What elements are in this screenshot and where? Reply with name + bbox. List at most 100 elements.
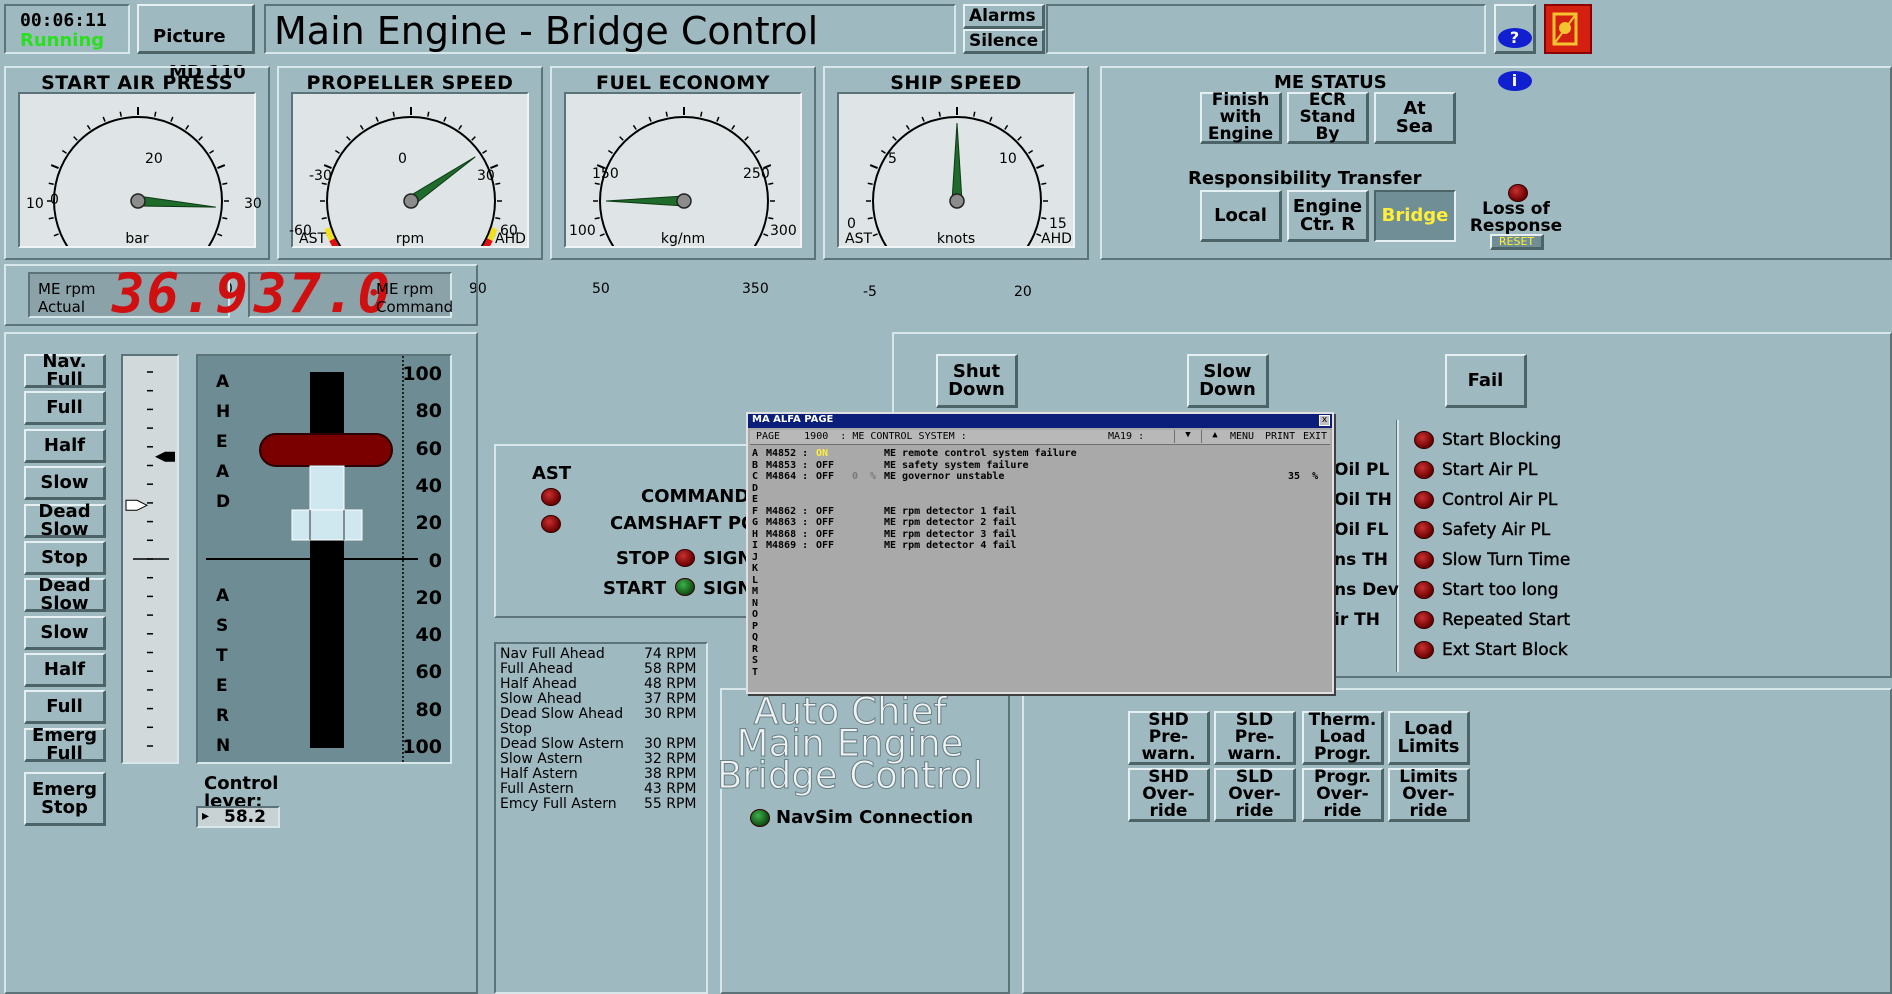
ast-lamp-2 xyxy=(541,515,561,533)
alarm-row[interactable] xyxy=(748,483,1332,495)
menu-button[interactable]: MENU xyxy=(1230,431,1254,442)
shd-override-button[interactable]: SHD Over- ride xyxy=(1128,768,1210,822)
telegraph-dead-slow-ahead-button[interactable]: Dead Slow xyxy=(24,502,106,538)
safety-item-label: ns TH xyxy=(1334,550,1388,570)
gauge-tick xyxy=(458,124,463,130)
telegraph-half-astern-button[interactable]: Half xyxy=(24,653,106,687)
scroll-up-button[interactable]: ▲ xyxy=(1201,430,1228,443)
ahead-letter: A xyxy=(216,372,230,392)
gauge-tick xyxy=(392,111,395,117)
dialog-titlebar[interactable]: MA ALFA PAGE x xyxy=(748,414,1332,428)
progr-override-button[interactable]: Progr. Over- ride xyxy=(1302,768,1384,822)
telegraph-full-ahead-button[interactable]: Full xyxy=(24,391,106,425)
alarm-page-dialog[interactable]: MA ALFA PAGE x PAGE 1900 : ME CONTROL SY… xyxy=(746,412,1334,694)
lever-stem xyxy=(309,465,345,511)
therm-load-button[interactable]: Therm. Load Progr. xyxy=(1302,711,1384,765)
rpm-table-row: Full Ahead 58 RPM xyxy=(500,661,700,677)
limits-override-button[interactable]: Limits Over- ride xyxy=(1388,768,1470,822)
gauge-tick-label: 30 xyxy=(477,168,495,184)
lever-scale-label: 20 xyxy=(415,512,442,535)
help-icon: ? xyxy=(1497,28,1532,48)
bridge-button[interactable]: Bridge xyxy=(1374,190,1456,242)
telegraph-emerg-full-button[interactable]: Emerg Full xyxy=(24,726,106,762)
alarm-state: OFF xyxy=(816,471,835,482)
print-button[interactable]: PRINT xyxy=(1265,431,1295,442)
silence-button[interactable]: Silence xyxy=(963,29,1045,54)
finish-with-engine-button[interactable]: Finish with Engine xyxy=(1200,92,1282,144)
alarm-state: OFF xyxy=(816,517,835,528)
ahead-letter: H xyxy=(216,402,231,422)
rpm-table-name: Slow Ahead xyxy=(500,691,582,707)
picture-button[interactable]: Picture MD 110 xyxy=(137,4,255,82)
rpm-table-name: Emcy Full Astern xyxy=(500,796,617,812)
rpm-table-row: Emcy Full Astern 55 RPM xyxy=(500,796,700,812)
alarm-extra: 0 % xyxy=(852,471,877,482)
shut-down-button[interactable]: Shut Down xyxy=(936,354,1018,408)
alarm-row[interactable]: M4863 : OFF ME rpm detector 2 fail xyxy=(748,517,1332,529)
rpm-table-value: 38 RPM xyxy=(644,766,697,782)
telegraph-nav-full-button[interactable]: Nav. Full xyxy=(24,352,106,388)
alarms-button[interactable]: Alarms xyxy=(963,4,1045,29)
alarm-row[interactable]: M4868 : OFF ME rpm detector 3 fail xyxy=(748,529,1332,541)
dialog-page-text: PAGE 1900 : ME CONTROL SYSTEM : xyxy=(756,431,967,442)
rpm-command-label-1: ME rpm xyxy=(376,280,434,298)
gauge-tick xyxy=(731,124,736,130)
gauge-tick xyxy=(119,111,122,117)
gauge-tick-label: 15 xyxy=(1049,216,1067,232)
rpm-table: Nav Full Ahead 74 RPM Full Ahead 58 RPM Half… xyxy=(494,642,708,994)
help-button[interactable]: ? i xyxy=(1494,4,1536,91)
alarm-row[interactable]: M4853 : OFF ME safety system failure xyxy=(748,460,1332,472)
rpm-table-value: 43 RPM xyxy=(644,781,697,797)
sld-prewarn-button[interactable]: SLD Pre- warn. xyxy=(1214,711,1296,765)
exit-button[interactable]: EXIT xyxy=(1303,431,1327,442)
shd-prewarn-button[interactable]: SHD Pre- warn. xyxy=(1128,711,1210,765)
rpm-command-value: 37.0 xyxy=(254,262,393,325)
gauge-ahead-label: AHD xyxy=(1041,231,1072,247)
gauge-tick xyxy=(1017,136,1022,141)
alarm-row[interactable]: M4862 : OFF ME rpm detector 1 fail xyxy=(748,506,1332,518)
safety-item-label: ns Dev xyxy=(1334,580,1399,600)
alarm-message-bar xyxy=(1046,4,1486,54)
gauge-tick xyxy=(768,182,774,185)
engine-ctr-button[interactable]: Engine Ctr. R xyxy=(1287,190,1369,242)
reset-button[interactable]: RESET xyxy=(1490,234,1544,250)
picture-label: Picture xyxy=(153,26,226,47)
fuel-economy-title: FUEL ECONOMY xyxy=(596,72,770,94)
dialog-close-button[interactable]: x xyxy=(1319,415,1330,426)
alarm-row[interactable]: M4864 : OFF 0 % ME governor unstable 35 % xyxy=(748,471,1332,483)
local-button[interactable]: Local xyxy=(1200,190,1282,242)
telegraph-stop-button[interactable]: Stop xyxy=(24,541,106,575)
sld-override-button[interactable]: SLD Over- ride xyxy=(1214,768,1296,822)
fail-button[interactable]: Fail xyxy=(1445,354,1527,408)
rpm-command-label-2: Command xyxy=(376,298,454,316)
alarm-text: ME remote control system failure xyxy=(884,448,1077,459)
lever-handle[interactable] xyxy=(259,433,393,467)
page-title: Main Engine - Bridge Control xyxy=(274,9,819,53)
control-lever-value: ▸ 58.2 xyxy=(196,806,280,828)
gauge-tick xyxy=(744,136,749,141)
telegraph-slow-astern-button[interactable]: Slow xyxy=(24,616,106,650)
gauge-tick xyxy=(607,149,613,154)
rpm-table-name: Full Ahead xyxy=(500,661,573,677)
rpm-table-row: Dead Slow Ahead 30 RPM xyxy=(500,706,700,722)
row-letter: N xyxy=(752,597,759,609)
telegraph-dead-slow-astern-button[interactable]: Dead Slow xyxy=(24,576,106,612)
telegraph-full-astern-button[interactable]: Full xyxy=(24,690,106,724)
ecr-standby-button[interactable]: ECR Stand By xyxy=(1287,92,1369,144)
slow-down-button[interactable]: Slow Down xyxy=(1187,354,1269,408)
load-limits-button[interactable]: Load Limits xyxy=(1388,711,1470,765)
gauge-tick xyxy=(170,116,174,122)
alarms-label: Alarms xyxy=(969,5,1036,26)
fuel-economy-gauge: FUEL ECONOMY 50 100 150 250 300 350 kg/nm xyxy=(550,66,816,297)
scroll-down-button[interactable]: ▼ xyxy=(1174,430,1201,443)
gauge-hub xyxy=(676,193,692,209)
alarm-row[interactable] xyxy=(748,494,1332,506)
alarm-row[interactable]: M4869 : OFF ME rpm detector 4 fail xyxy=(748,540,1332,552)
telegraph-slow-ahead-button[interactable]: Slow xyxy=(24,466,106,500)
emerg-stop-button[interactable]: Emerg Stop xyxy=(24,772,106,826)
gauge-tick xyxy=(154,111,157,117)
at-sea-button[interactable]: At Sea xyxy=(1374,92,1456,144)
row-letter: T xyxy=(752,666,759,678)
telegraph-half-ahead-button[interactable]: Half xyxy=(24,429,106,463)
alarm-row[interactable]: M4852 : ON ME remote control system failur… xyxy=(748,448,1332,460)
